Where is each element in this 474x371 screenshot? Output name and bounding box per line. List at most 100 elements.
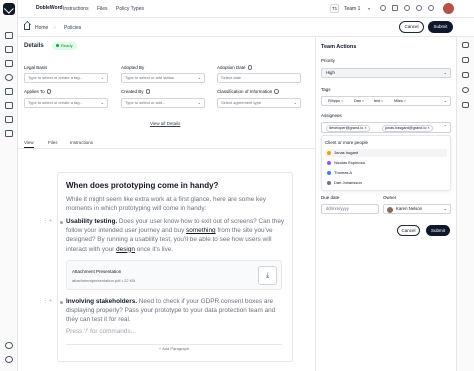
block-drag-handle-icon[interactable]: ⋮⋮ + — [38, 298, 52, 304]
info-icon[interactable] — [274, 89, 279, 94]
due-date-input[interactable]: dd/mm/yyyy — [321, 204, 379, 214]
adoption-date-input[interactable]: Select date — [217, 73, 301, 83]
dropdown-option[interactable]: Dan Johansson — [325, 179, 447, 187]
tag-icon[interactable] — [462, 72, 469, 78]
link-icon[interactable] — [462, 102, 469, 108]
folder-icon[interactable] — [5, 102, 13, 109]
avatar — [387, 207, 393, 213]
priority-select[interactable]: High ⌄ — [321, 68, 451, 78]
inbox-icon[interactable] — [5, 46, 13, 53]
settings-icon[interactable] — [404, 5, 410, 11]
notification-icon[interactable] — [416, 5, 422, 11]
comment-icon[interactable] — [462, 57, 469, 63]
assignee-chip[interactable]: jonas.hasgard@grand.io × — [382, 124, 433, 132]
editor-intro-paragraph[interactable]: While it might seem like extra work at a… — [66, 195, 288, 213]
calendar-icon[interactable] — [5, 60, 13, 67]
editor-heading[interactable]: When does prototyping come in handy? — [66, 181, 218, 190]
bookmark-icon[interactable] — [5, 130, 13, 137]
chevron-down-icon[interactable]: ▾ — [368, 6, 370, 11]
user-avatar[interactable] — [443, 3, 454, 14]
nav-instructions[interactable]: Instructions — [63, 6, 89, 12]
app-logo[interactable] — [3, 3, 15, 15]
grid-icon[interactable] — [392, 5, 398, 11]
breadcrumb-separator: › — [54, 25, 56, 31]
team-badge[interactable]: T1 — [330, 4, 339, 13]
panel-cancel-button[interactable]: Cancel — [397, 225, 420, 236]
owner-value: Karen Nelson — [396, 206, 423, 211]
attachment-meta: attachmentpresentation.pdf • 22 KB — [72, 278, 135, 283]
dropdown-option[interactable]: Nicolas Espinoza — [325, 159, 447, 167]
chevron-down-icon: ⌄ — [197, 75, 201, 80]
chevron-down-icon: ⌄ — [443, 70, 447, 75]
info-icon[interactable] — [46, 89, 52, 94]
priority-value: High — [326, 70, 335, 75]
help-icon[interactable] — [5, 356, 13, 363]
close-icon[interactable]: × — [428, 126, 430, 130]
usability-bold: Usability testing. — [66, 218, 118, 225]
adopted-by-placeholder: Type to select or add status — [125, 75, 174, 80]
created-by-input[interactable]: Type to select or add... ⌄ — [121, 98, 205, 108]
tag-chip[interactable]: Dan× — [352, 99, 366, 104]
option-label: Thomas A — [334, 170, 353, 175]
view-all-details-link[interactable]: View all Details — [150, 121, 180, 126]
help-icon[interactable] — [428, 5, 434, 11]
nav-files[interactable]: Files — [97, 6, 108, 12]
attachment-card[interactable]: Attachment Presentation attachmentpresen… — [66, 260, 282, 290]
home-icon[interactable] — [5, 32, 13, 39]
home-icon[interactable] — [24, 24, 30, 30]
option-label: Jonas hogard — [334, 150, 359, 155]
submit-button[interactable]: Submit — [428, 21, 453, 33]
breadcrumb-home[interactable]: Home — [35, 25, 48, 31]
chevron-down-icon: ⌄ — [443, 98, 447, 103]
priority-label: Priority — [321, 58, 336, 63]
people-icon[interactable] — [5, 74, 13, 81]
chat-icon[interactable] — [462, 42, 469, 48]
download-icon[interactable]: ⤓ — [258, 266, 277, 285]
block-drag-handle-icon[interactable]: ⋮⋮ + — [38, 218, 52, 224]
tag-chip[interactable]: Miles× — [392, 99, 408, 104]
classification-select[interactable]: Select agreement type ⌄ — [217, 98, 301, 108]
assignees-input[interactable]: developer@grand.io × jonas.hasgard@grand… — [321, 122, 451, 133]
created-by-label-text: Created By — [121, 89, 144, 94]
applies-to-label: Applies To — [24, 89, 52, 94]
close-icon[interactable]: × — [381, 99, 383, 103]
tags-input[interactable]: Fillippo× Dan× test× Miles× ⌄ — [321, 96, 451, 106]
command-placeholder[interactable]: Press '/' for commands... — [66, 328, 136, 335]
panel-submit-button[interactable]: Submit — [426, 225, 450, 236]
close-icon[interactable]: × — [362, 99, 364, 103]
tab-files[interactable]: Files — [48, 140, 58, 145]
document-icon[interactable] — [5, 116, 13, 123]
close-icon[interactable]: × — [341, 99, 343, 103]
stakeholders-bold: Involving stakeholders. — [66, 298, 138, 305]
nav-policy-types[interactable]: Policy Types — [116, 6, 144, 12]
editor-list-item-stakeholders[interactable]: Involving stakeholders. Need to check if… — [66, 297, 288, 325]
dropdown-option[interactable]: Jonas hogard — [325, 149, 447, 157]
assignee-chip[interactable]: developer@grand.io × — [326, 124, 370, 132]
tag-chip[interactable]: test× — [372, 99, 385, 104]
legal-basis-input[interactable]: Type to select or create a tag... ⌄ — [24, 73, 108, 83]
adoption-date-label-text: Adoption Date — [217, 65, 246, 70]
chevron-up-icon: ⌃ — [443, 124, 447, 129]
editor-list-item-usability[interactable]: Usability testing. Does your user know h… — [66, 217, 288, 254]
search-icon[interactable] — [462, 87, 469, 93]
applies-to-input[interactable]: Type to select or create a tag... ⌄ — [24, 98, 108, 108]
close-icon[interactable]: × — [364, 126, 366, 130]
adopted-by-input[interactable]: Type to select or add status ⌄ — [121, 73, 205, 83]
info-icon[interactable] — [247, 65, 253, 70]
tab-view[interactable]: View — [24, 140, 34, 148]
search-icon[interactable] — [380, 5, 386, 11]
info-icon[interactable] — [145, 89, 151, 94]
dropdown-option[interactable]: Thomas A — [325, 169, 447, 177]
chart-icon[interactable] — [5, 88, 13, 95]
settings-icon[interactable] — [5, 342, 13, 349]
legal-basis-label-text: Legal Basis — [24, 65, 48, 70]
add-paragraph-button[interactable]: + Add Paragraph — [66, 344, 282, 352]
cancel-button[interactable]: Cancel — [399, 21, 424, 33]
team-switcher[interactable]: Team 1 — [344, 6, 360, 12]
tag-chip[interactable]: Fillippo× — [326, 99, 345, 104]
tag-chip-label: test — [374, 99, 381, 103]
owner-select[interactable]: Karen Nelson ⌄ — [383, 204, 451, 214]
chevron-down-icon: ⌄ — [197, 100, 201, 105]
tab-instructions[interactable]: Instructions — [70, 140, 93, 145]
close-icon[interactable]: × — [404, 99, 406, 103]
